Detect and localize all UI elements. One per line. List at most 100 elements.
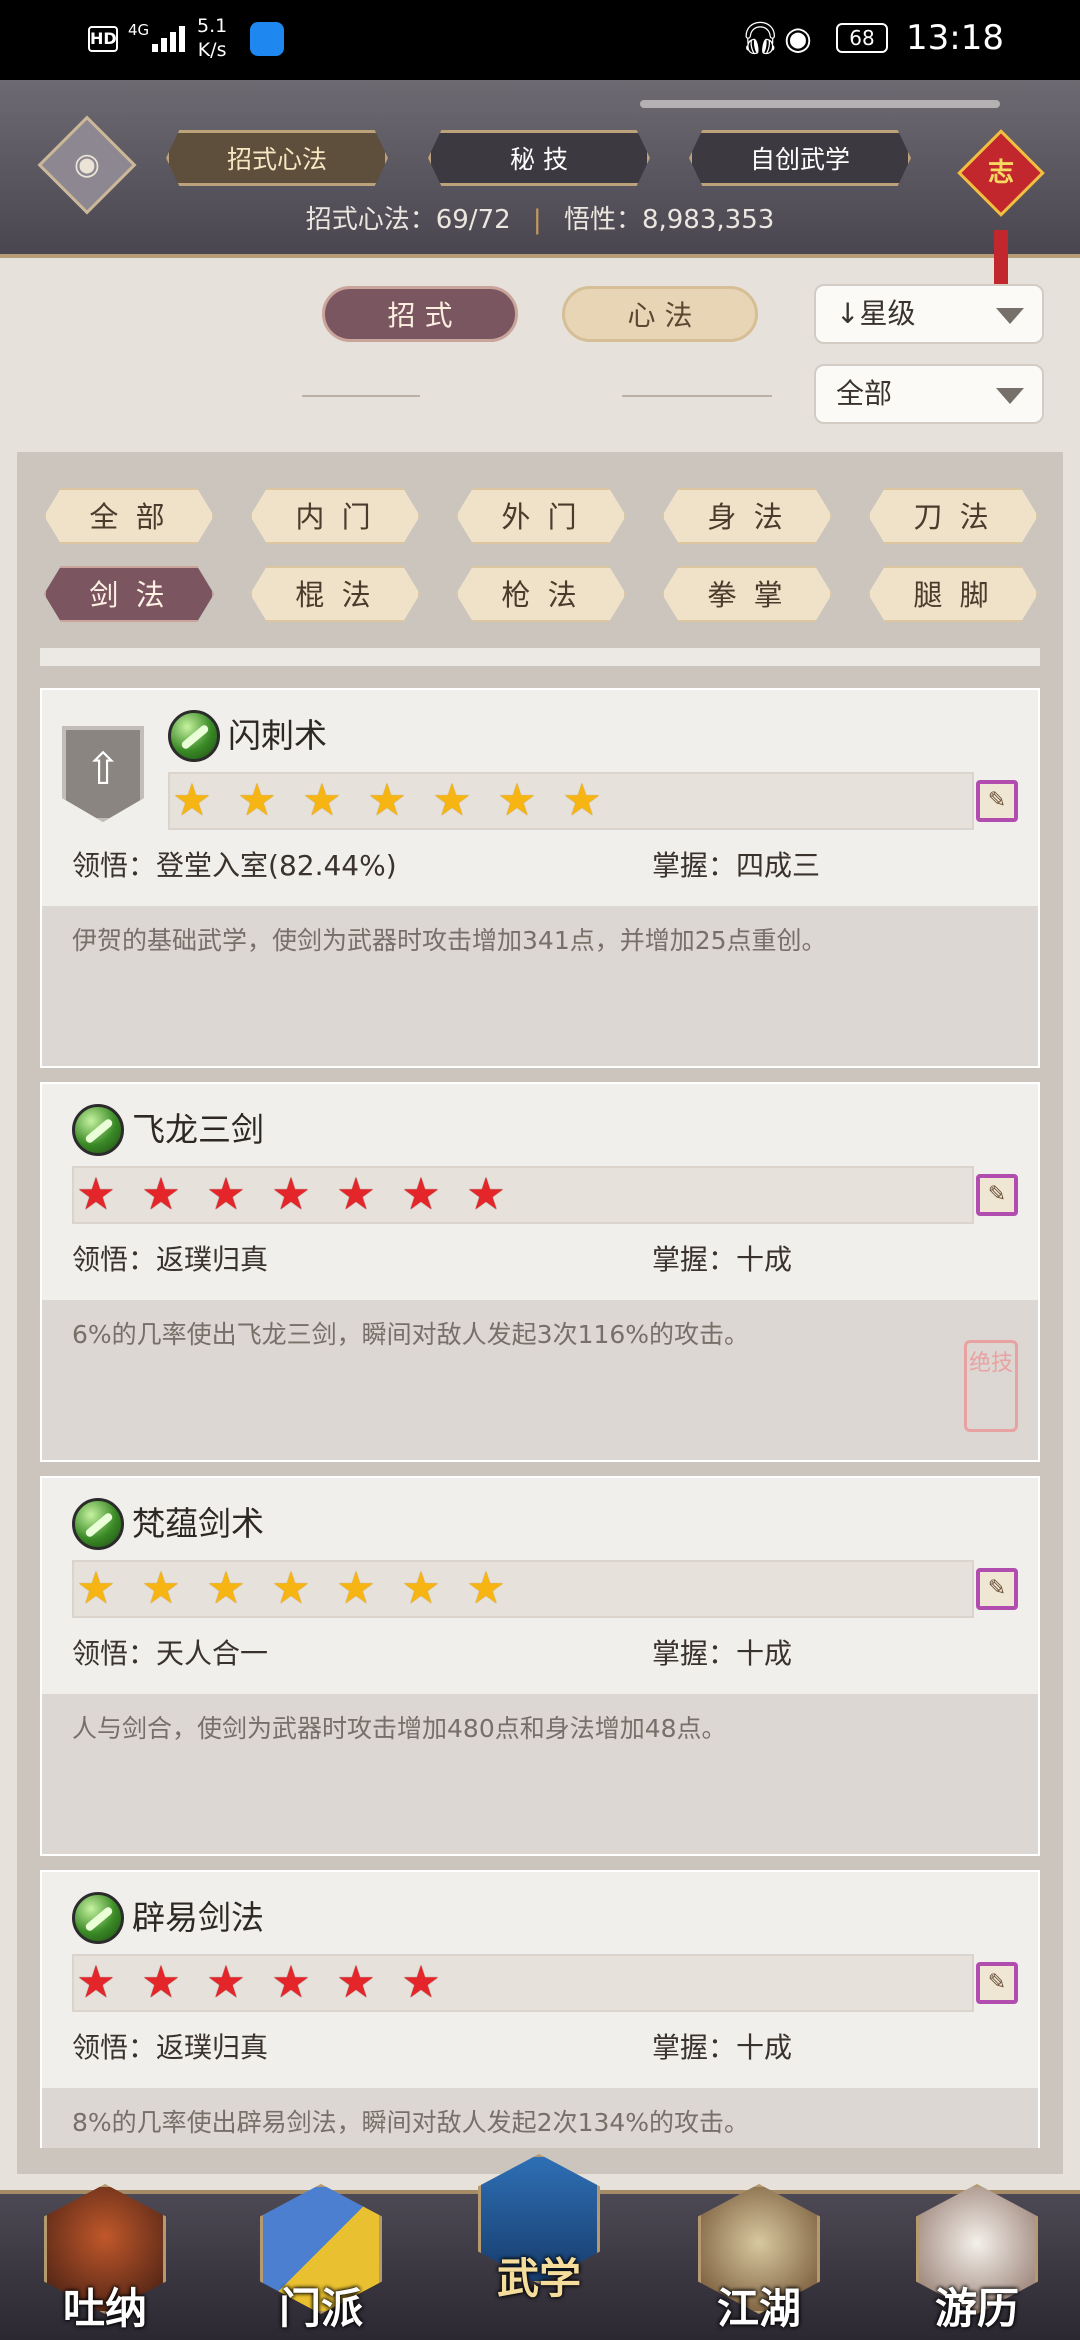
battery-indicator: 68 [836,23,888,53]
nav-travel[interactable]: 游历 [908,2184,1046,2334]
sort-select[interactable]: ↓星级 [814,284,1044,344]
ultimate-seal-stamp: 绝技 [964,1340,1018,1432]
star-icon: ★ [141,1957,181,2008]
star-icon: ★ [141,1169,181,1220]
clock: 13:18 [906,18,1004,58]
skill-name: 飞龙三剑 [132,1110,264,1149]
skill-name: 闪刺术 [228,716,327,755]
star-icon: ★ [466,1563,506,1614]
star-icon: ★ [401,1169,441,1220]
scroll-icon[interactable]: ✎ [976,780,1018,822]
chevron-down-icon [996,308,1024,324]
nav-martial-arts[interactable]: 武学 [470,2154,608,2304]
category-spear[interactable]: 枪 法 [456,566,626,622]
skill-card[interactable]: 辟易剑法 ★ ★ ★ ★ ★ ★ ✎ 领悟：返璞归真 掌握：十成 8%的几率使出辟易剑法，… [40,1870,1040,2148]
skill-list[interactable]: ⇧ 闪刺术 ★ ★ ★ ★ ★ ★ ★ ✎ 领悟：登堂入室(82.44%) 掌握：四成三 伊… [40,648,1040,2148]
header-scrollbar [640,100,1000,108]
star-icon: ★ [206,1957,246,2008]
sword-type-icon [168,710,220,762]
scope-select[interactable]: 全部 [814,364,1044,424]
stats-divider: | [532,205,542,235]
eye-icon: ◉ [73,147,101,182]
comprehension: 领悟：天人合一 [72,1637,269,1670]
view-toggle-button[interactable]: ◉ [37,115,137,215]
skill-name: 梵蕴剑术 [132,1504,264,1543]
category-leg[interactable]: 腿 脚 [868,566,1038,622]
skill-description: 伊贺的基础武学，使剑为武器时攻击增加341点，并增加25点重创。 [42,906,1038,1066]
star-icon: ★ [237,775,277,826]
status-bar: HD 4G 5.1 K/s 🎧︎ ◉ 68 13:18 [0,0,1080,80]
tab-skills-methods[interactable]: 招式心法 [166,130,388,186]
star-icon: ★ [497,775,537,826]
star-icon: ★ [206,1563,246,1614]
skill-card[interactable]: 梵蕴剑术 ★ ★ ★ ★ ★ ★ ★ ✎ 领悟：天人合一 掌握：十成 人与剑合，使剑为武器时… [40,1476,1040,1856]
network-speed: 5.1 K/s [197,15,228,61]
category-movement[interactable]: 身 法 [662,488,832,544]
star-icon: ★ [336,1957,376,2008]
skill-card[interactable]: ⇧ 闪刺术 ★ ★ ★ ★ ★ ★ ★ ✎ 领悟：登堂入室(82.44%) 掌握：四成三 伊… [40,688,1040,1068]
mastery: 掌握：十成 [652,1243,793,1276]
signal-icon [152,22,186,52]
star-icon: ★ [401,1957,441,2008]
star-icon: ★ [367,775,407,826]
headphones-icon: 🎧︎ [740,19,781,57]
comprehension: 领悟：返璞归真 [72,1243,269,1276]
skill-name: 辟易剑法 [132,1898,264,1937]
star-icon: ★ [336,1563,376,1614]
skill-count: 招式心法：69/72 [305,205,511,235]
skill-description: 人与剑合，使剑为武器时攻击增加480点和身法增加48点。 [42,1694,1038,1854]
star-icon: ★ [562,775,602,826]
category-fist[interactable]: 拳 掌 [662,566,832,622]
mastery: 掌握：十成 [652,1637,793,1670]
star-rating: ★ ★ ★ ★ ★ ★ ★ [72,1560,974,1618]
skill-description: 8%的几率使出辟易剑法，瞬间对敌人发起2次134%的攻击。 [42,2088,1038,2148]
insight-points: 悟性：8,983,353 [563,205,775,235]
star-icon: ★ [271,1563,311,1614]
star-icon: ★ [336,1169,376,1220]
scroll-icon[interactable]: ✎ [976,1568,1018,1610]
category-all[interactable]: 全 部 [44,488,214,544]
nav-jianghu[interactable]: 江湖 [690,2184,828,2334]
star-icon: ★ [401,1563,441,1614]
star-icon: ★ [206,1169,246,1220]
upgrade-icon[interactable]: ⇧ [62,726,144,822]
nav-sect[interactable]: 门派 [252,2184,390,2334]
category-sword[interactable]: 剑 法 [44,566,214,622]
star-icon: ★ [466,1169,506,1220]
category-outer[interactable]: 外 门 [456,488,626,544]
star-icon: ★ [271,1169,311,1220]
star-icon: ★ [141,1563,181,1614]
star-rating: ★ ★ ★ ★ ★ ★ ★ [72,1166,974,1224]
scroll-icon[interactable]: ✎ [976,1962,1018,2004]
star-rating: ★ ★ ★ ★ ★ ★ ★ [168,772,974,830]
comprehension: 领悟：返璞归真 [72,2031,269,2064]
sword-type-icon [72,1892,124,1944]
network-type: 4G [128,21,150,39]
sort-arrow-icon: ↓ [836,297,860,330]
mastery: 掌握：四成三 [652,849,821,882]
header-stats: 招式心法：69/72 | 悟性：8,983,353 [0,202,1080,238]
tab-secret-skills[interactable]: 秘 技 [428,130,650,186]
tab-self-created[interactable]: 自创武学 [689,130,911,186]
comprehension: 领悟：登堂入室(82.44%) [72,849,397,882]
divider-ornament [622,395,772,397]
category-blade[interactable]: 刀 法 [868,488,1038,544]
bottom-nav: 吐纳 门派 武学 江湖 游历 [0,2154,1080,2340]
eye-comfort-icon: ◉ [784,19,812,57]
segment-methods[interactable]: 心 法 [562,286,758,342]
mastery: 掌握：十成 [652,2031,793,2064]
star-icon: ★ [76,1169,116,1220]
list-top-edge [40,648,1040,666]
segment-moves[interactable]: 招 式 [322,286,518,342]
scroll-icon[interactable]: ✎ [976,1174,1018,1216]
top-header: ◉ 招式心法 秘 技 自创武学 招式心法：69/72 | 悟性：8,983,35… [0,80,1080,310]
skill-card[interactable]: 飞龙三剑 ★ ★ ★ ★ ★ ★ ★ ✎ 领悟：返璞归真 掌握：十成 6%的几率使出飞龙三剑… [40,1082,1040,1462]
nav-breathing[interactable]: 吐纳 [36,2184,174,2334]
sword-type-icon [72,1498,124,1550]
hd-indicator: HD [88,26,118,52]
star-icon: ★ [76,1563,116,1614]
category-inner[interactable]: 内 门 [250,488,420,544]
category-staff[interactable]: 棍 法 [250,566,420,622]
chevron-down-icon [996,388,1024,404]
star-icon: ★ [271,1957,311,2008]
